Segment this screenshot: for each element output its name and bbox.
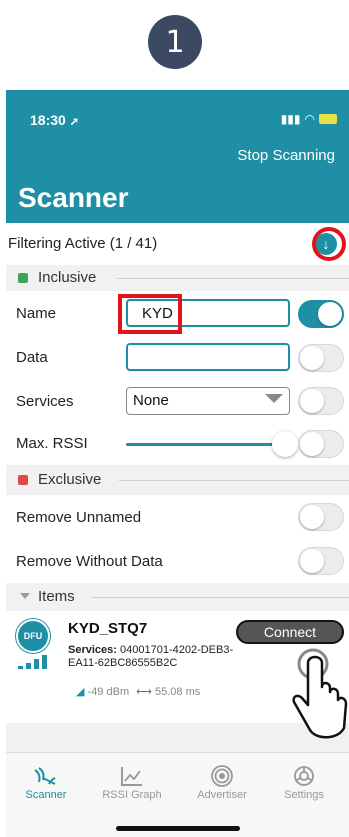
tab-scanner[interactable]: Scanner xyxy=(6,763,86,801)
items-section-header: Items xyxy=(6,583,349,611)
exclusive-label: Exclusive xyxy=(38,471,102,488)
rssi-slider-track[interactable] xyxy=(126,443,286,446)
remove-without-data-label: Remove Without Data xyxy=(16,553,163,570)
hand-pointer-icon xyxy=(292,648,348,739)
step-number: 1 xyxy=(165,24,185,60)
remove-unnamed-row: Remove Unnamed xyxy=(6,495,349,540)
items-label: Items xyxy=(38,588,75,605)
remove-without-data-toggle[interactable] xyxy=(298,547,344,575)
wifi-icon: ◠ xyxy=(304,112,315,126)
data-filter-input[interactable] xyxy=(126,343,290,371)
location-arrow-icon: ➚ xyxy=(69,116,79,128)
tab-bar: Scanner RSSI Graph Advertiser Settings xyxy=(6,752,349,837)
divider xyxy=(119,480,349,481)
filter-row[interactable]: Filtering Active (1 / 41) ↓ xyxy=(6,223,349,266)
dfu-badge: DFU xyxy=(16,619,50,653)
exclusive-section-header: Exclusive xyxy=(6,465,349,495)
tab-settings[interactable]: Settings xyxy=(264,763,344,801)
graph-icon xyxy=(92,763,172,789)
services-label: Services xyxy=(16,393,74,410)
chevron-down-icon xyxy=(20,593,30,599)
app-header: 18:30 ➚ ▮▮▮ ◠ Stop Scanning Scanner xyxy=(6,90,349,223)
remove-unnamed-label: Remove Unnamed xyxy=(16,509,142,526)
chevron-down-icon xyxy=(265,394,283,403)
services-filter-row: Services None xyxy=(6,379,349,424)
data-filter-toggle[interactable] xyxy=(298,344,344,372)
inclusive-icon xyxy=(18,273,28,283)
device-name: KYD_STQ7 xyxy=(68,620,148,637)
remove-unnamed-toggle[interactable] xyxy=(298,503,344,531)
signal-icon: ▮▮▮ xyxy=(280,112,301,126)
data-label: Data xyxy=(16,349,48,366)
services-filter-toggle[interactable] xyxy=(298,387,344,415)
rssi-icon: ◢ xyxy=(76,686,85,698)
step-badge: 1 xyxy=(148,15,202,69)
name-label: Name xyxy=(16,305,57,322)
name-input-highlight xyxy=(118,294,182,334)
device-services: Services: 04001701-4202-DEB3-EA11-62BC86… xyxy=(68,644,234,669)
phone-screen: 18:30 ➚ ▮▮▮ ◠ Stop Scanning Scanner Filt… xyxy=(6,90,349,837)
device-stats: ◢ -49 dBm ⟷ 55.08 ms xyxy=(76,686,201,698)
stop-scanning-button[interactable]: Stop Scanning xyxy=(237,147,335,164)
settings-icon xyxy=(264,763,344,789)
status-icons: ▮▮▮ ◠ xyxy=(281,112,337,126)
filter-status-label: Filtering Active (1 / 41) xyxy=(8,235,158,252)
rssi-filter-row: Max. RSSI xyxy=(6,423,349,466)
remove-without-data-row: Remove Without Data xyxy=(6,539,349,584)
divider xyxy=(91,597,349,598)
name-filter-toggle[interactable] xyxy=(298,300,344,328)
interval-icon: ⟷ xyxy=(136,686,152,698)
home-indicator xyxy=(116,826,240,831)
data-filter-row: Data xyxy=(6,336,349,380)
rssi-filter-toggle[interactable] xyxy=(298,430,344,458)
tab-advertiser[interactable]: Advertiser xyxy=(182,763,262,801)
advertiser-icon xyxy=(182,763,262,789)
divider xyxy=(117,278,349,279)
scanner-icon xyxy=(6,763,86,789)
rssi-slider-thumb[interactable] xyxy=(272,431,298,457)
page-title: Scanner xyxy=(18,182,129,213)
inclusive-section-header: Inclusive xyxy=(6,265,349,291)
signal-strength-icon xyxy=(18,655,48,669)
filter-toggle-highlight xyxy=(312,227,346,261)
exclusive-icon xyxy=(18,475,28,485)
services-select[interactable]: None xyxy=(126,387,290,415)
battery-icon xyxy=(319,114,337,124)
inclusive-label: Inclusive xyxy=(38,269,97,286)
status-time: 18:30 ➚ xyxy=(30,112,79,128)
tab-rssi-graph[interactable]: RSSI Graph xyxy=(92,763,172,801)
rssi-label: Max. RSSI xyxy=(16,435,88,452)
